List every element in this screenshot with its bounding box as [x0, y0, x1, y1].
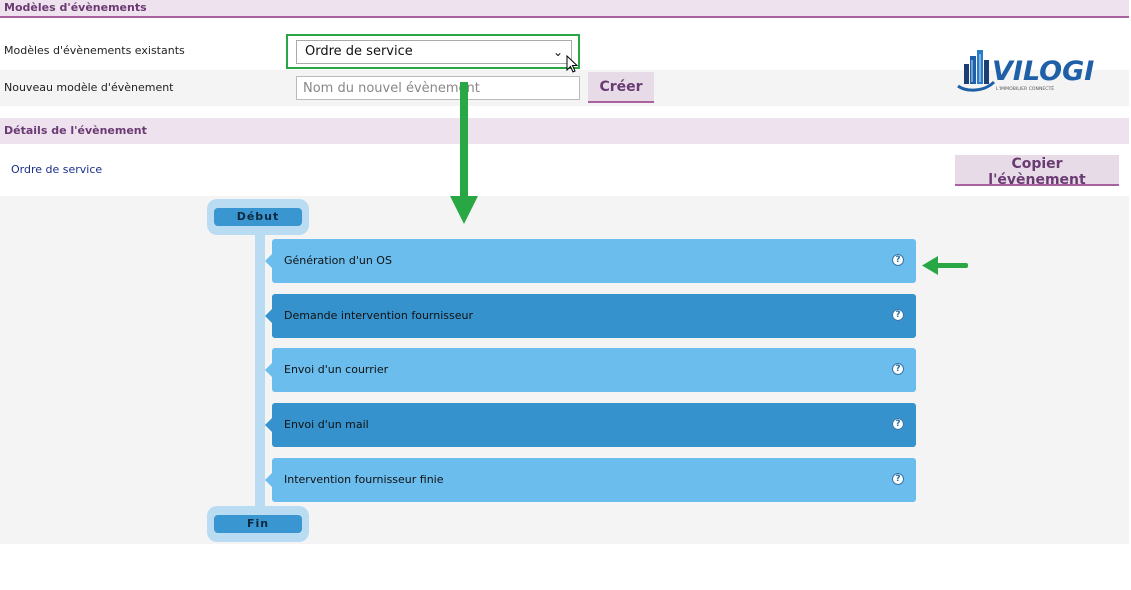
existing-models-label: Modèles d'évènements existants [4, 44, 185, 57]
flow-step-label: Génération d'un OS [284, 254, 392, 267]
new-model-input[interactable] [296, 76, 580, 100]
flow-step-intervention-finie[interactable]: Intervention fournisseur finie ? [265, 458, 916, 502]
help-icon[interactable]: ? [892, 254, 904, 266]
create-button[interactable]: Créer [588, 72, 654, 103]
flow-connector-line [255, 226, 265, 514]
vilogi-logo-mark: VILOGI L'IMMOBILIER CONNECTÉ [957, 50, 1094, 92]
flow-step-label: Intervention fournisseur finie [284, 473, 444, 486]
chevron-down-icon: ⌄ [552, 45, 563, 59]
help-icon[interactable]: ? [892, 473, 904, 485]
help-icon[interactable]: ? [892, 363, 904, 375]
copy-event-button[interactable]: Copier l'évènement [955, 155, 1119, 188]
flow-end-label: Fin [214, 515, 302, 533]
flow-end-node: Fin [207, 506, 309, 542]
flow-step-envoi-mail[interactable]: Envoi d'un mail ? [265, 403, 916, 447]
logo-wordmark: VILOGI [992, 56, 1094, 87]
help-icon[interactable]: ? [892, 418, 904, 430]
models-section-header: Modèles d'évènements [0, 0, 1129, 18]
flow-start-label: Début [214, 208, 302, 226]
help-icon[interactable]: ? [892, 309, 904, 321]
new-model-label: Nouveau modèle d'évènement [4, 81, 174, 94]
flow-start-node: Début [207, 199, 309, 235]
vilogi-logo: VILOGI L'IMMOBILIER CONNECTÉ [954, 48, 1099, 94]
flow-step-label: Envoi d'un courrier [284, 363, 389, 376]
flow-step-label: Envoi d'un mail [284, 418, 369, 431]
flow-step-generation-os[interactable]: Génération d'un OS ? [265, 239, 916, 283]
models-section-title: Modèles d'évènements [4, 1, 147, 14]
details-section-title: Détails de l'évènement [4, 124, 147, 137]
existing-models-selected-value: Ordre de service [305, 44, 413, 59]
flow-step-envoi-courrier[interactable]: Envoi d'un courrier ? [265, 348, 916, 392]
mouse-cursor-icon [566, 55, 579, 73]
flow-step-label: Demande intervention fournisseur [284, 309, 474, 322]
existing-models-select[interactable]: Ordre de service ⌄ [296, 40, 572, 64]
details-section-header: Détails de l'évènement [0, 118, 1129, 144]
event-name-link[interactable]: Ordre de service [11, 163, 102, 176]
flow-step-demande-intervention[interactable]: Demande intervention fournisseur ? [265, 294, 916, 338]
